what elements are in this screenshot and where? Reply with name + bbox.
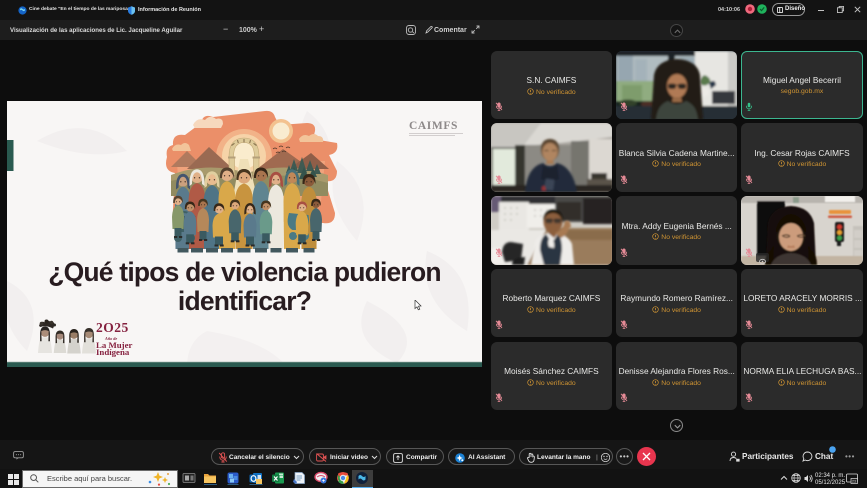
svg-text:23: 23	[852, 480, 856, 484]
